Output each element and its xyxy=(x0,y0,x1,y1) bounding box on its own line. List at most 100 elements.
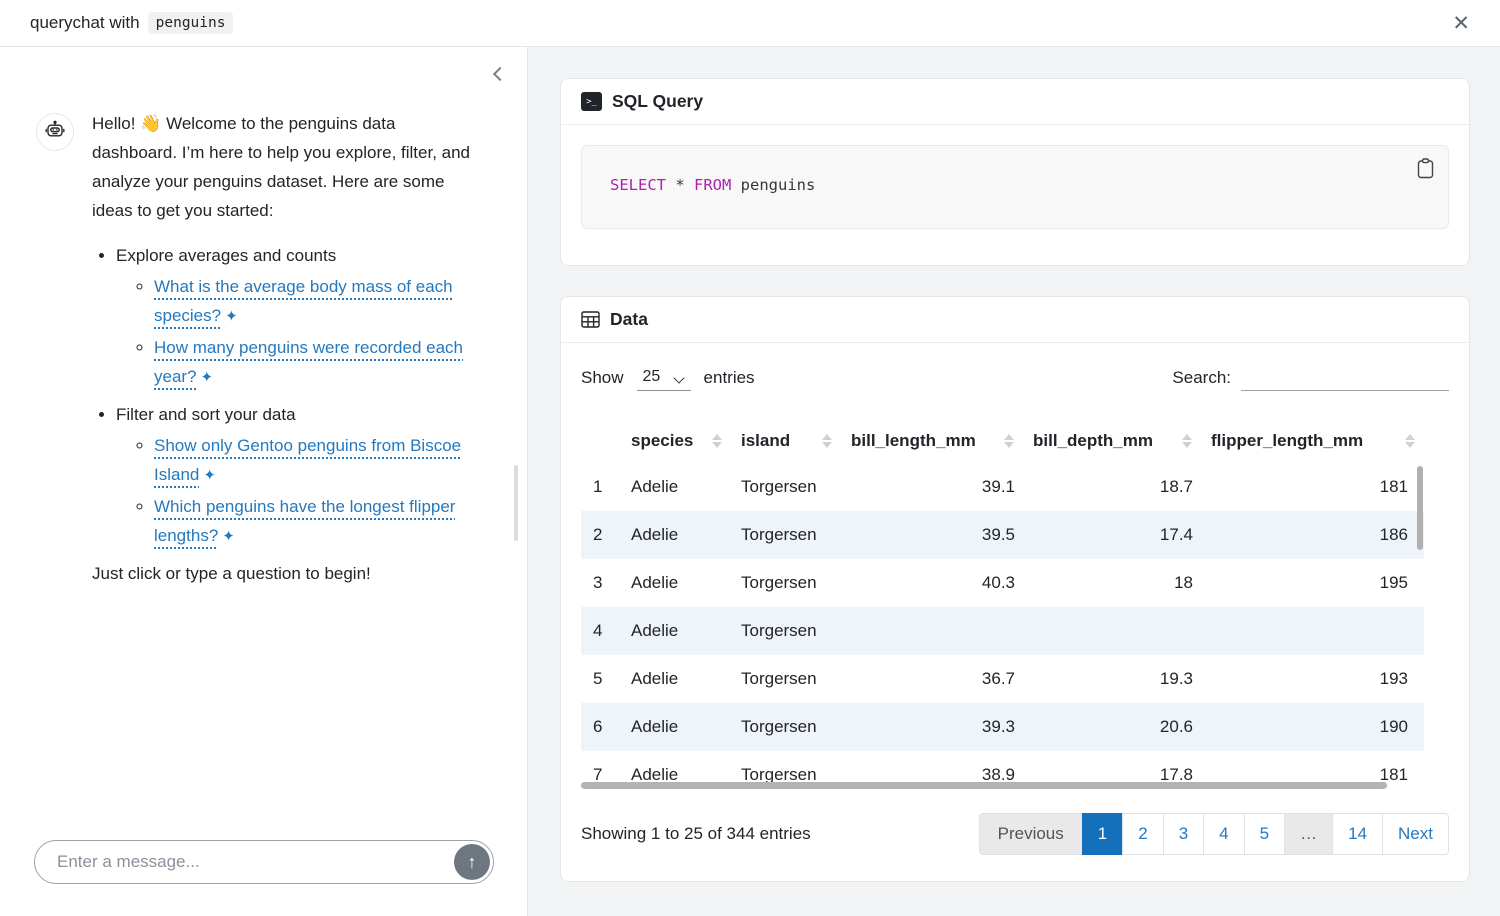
pagination-button-5[interactable]: 5 xyxy=(1244,813,1285,855)
table-cell: 17.4 xyxy=(1023,511,1201,559)
row-index-cell: 2 xyxy=(581,511,621,559)
table-cell: 195 xyxy=(1201,559,1424,607)
table-cell: Adelie xyxy=(621,655,731,703)
sql-card-header: >_ SQL Query xyxy=(561,79,1469,125)
table-footer: Showing 1 to 25 of 344 entries Previous1… xyxy=(581,789,1449,855)
suggestion-list: Explore averages and counts What is the … xyxy=(92,241,476,551)
suggestion-item: Which penguins have the longest flipper … xyxy=(154,492,476,551)
sql-card-body: SELECT * FROM penguins xyxy=(561,125,1469,265)
table-row: 2AdelieTorgersen39.517.4186 xyxy=(581,511,1424,559)
sql-keyword: FROM xyxy=(694,176,731,194)
suggestion-group-label: Explore averages and counts xyxy=(116,246,336,265)
column-label: species xyxy=(631,431,693,450)
main-panel: >_ SQL Query SELECT * FROM penguins xyxy=(528,47,1500,916)
table-cell: Torgersen xyxy=(731,655,841,703)
sparkle-icon: ✦ xyxy=(225,308,238,325)
chat-greeting: Hello! 👋 Welcome to the penguins data da… xyxy=(92,109,476,225)
table-row: 5AdelieTorgersen36.719.3193 xyxy=(581,655,1424,703)
show-label: Show xyxy=(581,368,624,388)
sparkle-icon: ✦ xyxy=(201,369,214,386)
suggestion-group: Explore averages and counts What is the … xyxy=(116,241,476,392)
sql-keyword: SELECT xyxy=(610,176,666,194)
row-index-cell: 5 xyxy=(581,655,621,703)
table-body: 1AdelieTorgersen39.118.71812AdelieTorger… xyxy=(581,463,1424,789)
suggestion-link[interactable]: Show only Gentoo penguins from Biscoe Is… xyxy=(154,436,461,484)
sort-icon xyxy=(1004,434,1014,448)
chat-message-area: Hello! 👋 Welcome to the penguins data da… xyxy=(0,47,527,840)
table-cell: Adelie xyxy=(621,559,731,607)
chat-message: Hello! 👋 Welcome to the penguins data da… xyxy=(36,109,489,604)
table-cell: 18.7 xyxy=(1023,463,1201,511)
table-info: Showing 1 to 25 of 344 entries xyxy=(581,824,811,844)
table-scroll-area: species islandbill_length_mm bill_depth_mm… xyxy=(581,419,1449,789)
sql-card-title: SQL Query xyxy=(612,91,703,112)
entries-label: entries xyxy=(704,368,755,388)
data-card: Data Show 25 entries Search: xyxy=(560,296,1470,882)
suggestion-item: What is the average body mass of each sp… xyxy=(154,272,476,331)
sparkle-icon: ✦ xyxy=(203,467,216,484)
pagination-button-1[interactable]: 1 xyxy=(1082,813,1123,855)
pagination-button-next[interactable]: Next xyxy=(1382,813,1449,855)
chat-input[interactable] xyxy=(35,852,493,872)
data-card-title: Data xyxy=(610,309,648,330)
column-label: flipper_length_mm xyxy=(1211,431,1363,450)
table-header-row: species islandbill_length_mm bill_depth_mm… xyxy=(581,419,1424,463)
sql-text: penguins xyxy=(731,176,815,194)
pagination-button-2[interactable]: 2 xyxy=(1122,813,1163,855)
data-table: species islandbill_length_mm bill_depth_mm… xyxy=(581,419,1424,789)
table-cell: Torgersen xyxy=(731,511,841,559)
robot-icon xyxy=(43,120,67,144)
column-header-bill_length_mm[interactable]: bill_length_mm xyxy=(841,419,1023,463)
chat-scrollbar-thumb[interactable] xyxy=(514,465,518,541)
close-icon[interactable]: ✕ xyxy=(1446,9,1476,38)
clipboard-icon xyxy=(1417,158,1434,179)
table-row: 1AdelieTorgersen39.118.7181 xyxy=(581,463,1424,511)
send-icon: ↑ xyxy=(468,852,477,873)
table-cell: Torgersen xyxy=(731,607,841,655)
column-label: bill_depth_mm xyxy=(1033,431,1153,450)
chat-message-body: Hello! 👋 Welcome to the penguins data da… xyxy=(92,109,476,604)
table-controls: Show 25 entries Search: xyxy=(581,343,1449,391)
table-row: 4AdelieTorgersen xyxy=(581,607,1424,655)
pagination-button-4[interactable]: 4 xyxy=(1203,813,1244,855)
column-header-island[interactable]: island xyxy=(731,419,841,463)
suggestion-group-label: Filter and sort your data xyxy=(116,405,296,424)
page-title-text: querychat with xyxy=(30,13,140,33)
column-header-flipper_length_mm[interactable]: flipper_length_mm xyxy=(1201,419,1424,463)
pagination-button-previous[interactable]: Previous xyxy=(979,813,1083,855)
page-length-control: Show 25 entries xyxy=(581,365,755,391)
table-cell: Torgersen xyxy=(731,559,841,607)
chat-input-pill: ↑ xyxy=(34,840,494,884)
table-cell: 39.5 xyxy=(841,511,1023,559)
horizontal-scrollbar-thumb[interactable] xyxy=(581,782,1387,789)
assistant-avatar xyxy=(36,113,74,151)
table-cell: 36.7 xyxy=(841,655,1023,703)
sort-icon xyxy=(822,434,832,448)
suggestion-link[interactable]: What is the average body mass of each sp… xyxy=(154,277,453,325)
pagination-button-3[interactable]: 3 xyxy=(1163,813,1204,855)
row-index-cell: 4 xyxy=(581,607,621,655)
data-card-body: Show 25 entries Search: xyxy=(561,343,1469,881)
page-title: querychat with penguins xyxy=(30,12,233,34)
dataset-badge: penguins xyxy=(148,12,234,34)
sort-icon xyxy=(712,434,722,448)
table-cell: 20.6 xyxy=(1023,703,1201,751)
pagination-ellipsis: … xyxy=(1284,813,1333,855)
page-length-select[interactable]: 25 xyxy=(637,365,691,391)
column-header-species[interactable]: species xyxy=(621,419,731,463)
table-cell xyxy=(841,607,1023,655)
column-header-bill_depth_mm[interactable]: bill_depth_mm xyxy=(1023,419,1201,463)
suggestion-link[interactable]: Which penguins have the longest flipper … xyxy=(154,497,455,545)
table-cell: 193 xyxy=(1201,655,1424,703)
search-input[interactable] xyxy=(1241,365,1449,391)
suggestion-item: How many penguins were recorded each yea… xyxy=(154,333,476,392)
chat-panel: Hello! 👋 Welcome to the penguins data da… xyxy=(0,47,528,916)
pagination-button-14[interactable]: 14 xyxy=(1332,813,1383,855)
send-button[interactable]: ↑ xyxy=(454,844,490,880)
copy-button[interactable] xyxy=(1415,156,1436,181)
table-row: 6AdelieTorgersen39.320.6190 xyxy=(581,703,1424,751)
table-cell: 39.1 xyxy=(841,463,1023,511)
app-header: querychat with penguins ✕ xyxy=(0,0,1500,47)
terminal-icon: >_ xyxy=(581,92,602,111)
vertical-scrollbar-thumb[interactable] xyxy=(1417,466,1423,550)
